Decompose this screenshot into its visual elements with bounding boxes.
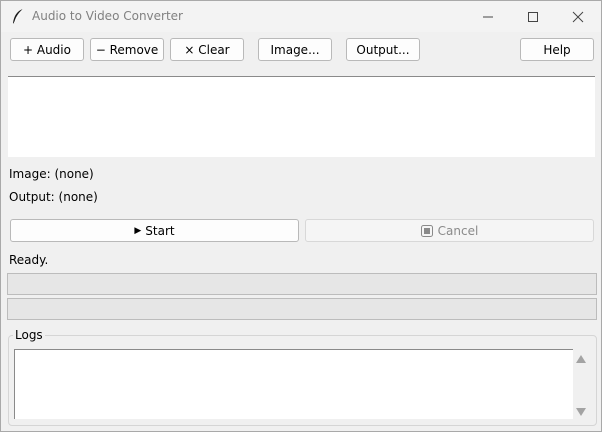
overall-progress-bar <box>7 273 597 295</box>
stop-icon <box>420 224 433 237</box>
close-button[interactable] <box>555 1 601 32</box>
image-button[interactable]: Image... <box>258 38 332 61</box>
audio-file-list[interactable] <box>8 76 595 157</box>
remove-button[interactable]: − Remove <box>90 38 164 61</box>
maximize-icon <box>528 11 538 22</box>
feather-icon <box>13 8 24 24</box>
logs-label: Logs <box>13 328 45 342</box>
scroll-down-arrow-icon[interactable] <box>576 408 586 416</box>
window-title: Audio to Video Converter <box>32 9 183 23</box>
minimize-button[interactable] <box>465 1 511 32</box>
current-progress-bar <box>7 298 597 320</box>
image-path-label: Image: (none) <box>9 167 94 181</box>
add-audio-button[interactable]: + Audio <box>10 38 84 61</box>
start-button-label: Start <box>145 223 175 238</box>
app-window: Audio to Video Converter + Audio − Remov… <box>0 0 602 432</box>
maximize-button[interactable] <box>510 1 556 32</box>
close-icon <box>572 11 584 22</box>
minimize-icon <box>483 16 493 17</box>
scroll-up-arrow-icon[interactable] <box>576 355 586 363</box>
play-icon: ▶ <box>134 225 142 236</box>
status-text: Ready. <box>9 253 49 267</box>
clear-button[interactable]: × Clear <box>170 38 244 61</box>
title-bar[interactable]: Audio to Video Converter <box>1 1 601 32</box>
cancel-button[interactable]: Cancel <box>305 219 594 242</box>
output-button[interactable]: Output... <box>346 38 420 61</box>
output-path-label: Output: (none) <box>9 190 98 204</box>
logs-scrollbar[interactable] <box>573 349 590 419</box>
logs-text-area[interactable] <box>14 349 573 419</box>
start-button[interactable]: ▶ Start <box>10 219 299 242</box>
help-button[interactable]: Help <box>520 38 594 61</box>
cancel-button-label: Cancel <box>437 223 479 238</box>
